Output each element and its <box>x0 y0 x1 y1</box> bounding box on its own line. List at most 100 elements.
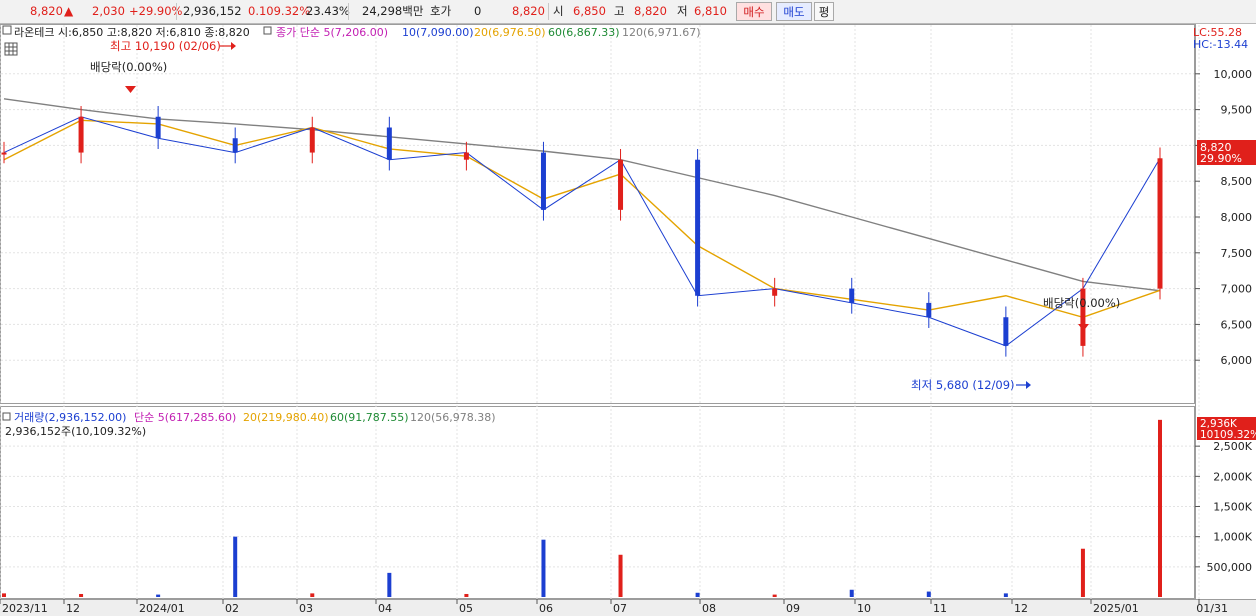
bid-label: 호가 <box>430 4 452 18</box>
price-tick-label: 8,000 <box>1221 211 1253 224</box>
sell-button[interactable]: 매도 <box>776 2 812 21</box>
candle-body <box>1 152 7 155</box>
low-label: 저 <box>677 4 688 18</box>
price-tick-label: 7,500 <box>1221 247 1253 260</box>
quote-bar: 8,820 ▲ 2,030 +29.90% 2,936,152 0.109.32… <box>0 0 1256 24</box>
date-tick-label: 09 <box>786 602 800 615</box>
high-label: 고 <box>614 4 625 18</box>
volume-bar <box>1003 593 1008 597</box>
volume-bar <box>926 591 931 597</box>
current-price-tag-pct: 29.90% <box>1200 152 1242 165</box>
low-price: 6,810 <box>694 4 727 18</box>
open-label: 시 <box>553 4 564 18</box>
price-change: 2,030 <box>92 4 125 18</box>
candle-body <box>386 127 392 160</box>
date-tick-label: 03 <box>299 602 313 615</box>
trade-value: 24,298백만 <box>362 4 424 18</box>
open-price: 6,850 <box>573 4 606 18</box>
dividend-annotation-1: 배당락(0.00%) <box>90 60 167 74</box>
candle-body <box>309 127 315 153</box>
date-tick-label: 2025/01 <box>1093 602 1139 615</box>
hc-label: HC:-13.44 <box>1193 38 1248 51</box>
volume-bar <box>79 593 84 597</box>
candle-body <box>1003 317 1009 346</box>
candle-body <box>849 288 855 303</box>
volume-bar <box>2 593 6 597</box>
bid-price: 8,820 <box>512 4 545 18</box>
date-tick-label: 05 <box>459 602 473 615</box>
candle-body <box>772 288 778 296</box>
candle-body <box>463 152 469 160</box>
ma-legend-120: 120(6,971.67) <box>622 26 701 39</box>
ma-legend: 종가 단순 5(7,206.00) 10(7,090.00) 20(6,976.… <box>276 26 701 39</box>
stock-chart[interactable]: 6,0006,5007,0007,5008,0008,5009,0009,500… <box>0 24 1256 616</box>
volume-info: 2,936,152주(10,109.32%) <box>5 425 146 438</box>
panel-menu-icon[interactable] <box>2 25 12 35</box>
date-tick-label: 04 <box>378 602 392 615</box>
date-tick-label: 02 <box>225 602 239 615</box>
candle-body <box>926 302 932 318</box>
price-tick-label: 6,500 <box>1221 318 1253 331</box>
volume-bar <box>310 593 315 597</box>
volume-bar <box>387 572 392 597</box>
average-button[interactable]: 평 <box>814 2 834 21</box>
current-volume-tag-pct: 10109.32% <box>1200 429 1256 441</box>
volume-tick-label: 2,500K <box>1213 440 1252 453</box>
high-price: 8,820 <box>634 4 667 18</box>
price-panel-frame <box>0 24 1195 404</box>
volume-legend-main: 거래량(2,936,152.00) <box>14 411 126 424</box>
volume-bar <box>772 594 777 597</box>
volume-tick-label: 500,000 <box>1207 561 1253 574</box>
candle-body <box>618 159 624 210</box>
price-tick-label: 8,500 <box>1221 175 1253 188</box>
ma-legend-60: 60(6,867.33) <box>548 26 620 39</box>
date-tick-label: 01/31 <box>1196 602 1228 615</box>
date-tick-label: 10 <box>857 602 871 615</box>
volume-bar <box>618 554 623 597</box>
date-tick-label: 12 <box>66 602 80 615</box>
ma-legend-20: 20(6,976.50) <box>474 26 546 39</box>
volume-tick-label: 2,000K <box>1213 470 1252 483</box>
volume-bar <box>849 589 854 597</box>
volume-bar <box>233 536 238 597</box>
volume-bar <box>464 593 469 597</box>
price-change-pct: +29.90% <box>129 4 183 18</box>
volume-tick-label: 1,500K <box>1213 501 1252 514</box>
date-tick-label: 12 <box>1014 602 1028 615</box>
volume-bar <box>156 594 161 597</box>
grid-toggle-icon[interactable] <box>4 42 18 56</box>
candle-body <box>1157 158 1163 289</box>
ma-legend-5: 종가 단순 5(7,206.00) <box>276 26 388 39</box>
volume-bar <box>1080 548 1085 597</box>
volume-bar <box>695 592 700 597</box>
date-tick-label: 2024/01 <box>139 602 185 615</box>
date-tick-label: 06 <box>539 602 553 615</box>
low-annotation: 최저 5,680 (12/09) <box>911 378 1015 392</box>
candle-body <box>695 159 701 296</box>
volume-legend-20: 20(219,980.40) <box>243 411 329 424</box>
volume-ratio: 0.109.32% <box>248 4 311 18</box>
candle-body <box>78 116 84 153</box>
volume-bar <box>1158 419 1162 597</box>
volume-tick-label: 1,000K <box>1213 531 1252 544</box>
buy-button[interactable]: 매수 <box>736 2 772 21</box>
volume-menu-icon[interactable] <box>2 412 11 421</box>
date-tick-label: 11 <box>933 602 947 615</box>
volume-legend-120: 120(56,978.38) <box>410 411 496 424</box>
ma-menu-icon[interactable] <box>263 26 272 35</box>
high-annotation: 최고 10,190 (02/06) <box>110 39 221 53</box>
price-tick-label: 10,000 <box>1214 68 1253 81</box>
price-panel-info: 라온테크 시:6,850 고:8,820 저:6,810 종:8,820 <box>14 26 250 39</box>
candle-body <box>155 116 161 139</box>
current-price: 8,820 <box>30 4 63 18</box>
volume-value: 2,936,152 <box>183 4 242 18</box>
candle-body <box>232 138 238 153</box>
volume-legend-5: 단순 5(617,285.60) <box>134 411 236 424</box>
volume-legend: 거래량(2,936,152.00) 단순 5(617,285.60) 20(21… <box>14 411 496 424</box>
date-tick-label: 07 <box>613 602 627 615</box>
date-tick-label: 08 <box>702 602 716 615</box>
price-tick-label: 6,000 <box>1221 354 1253 367</box>
bid-value: 0 <box>474 4 482 18</box>
up-arrow-icon: ▲ <box>64 4 74 18</box>
turnover-rate: 23.43% <box>306 4 350 18</box>
